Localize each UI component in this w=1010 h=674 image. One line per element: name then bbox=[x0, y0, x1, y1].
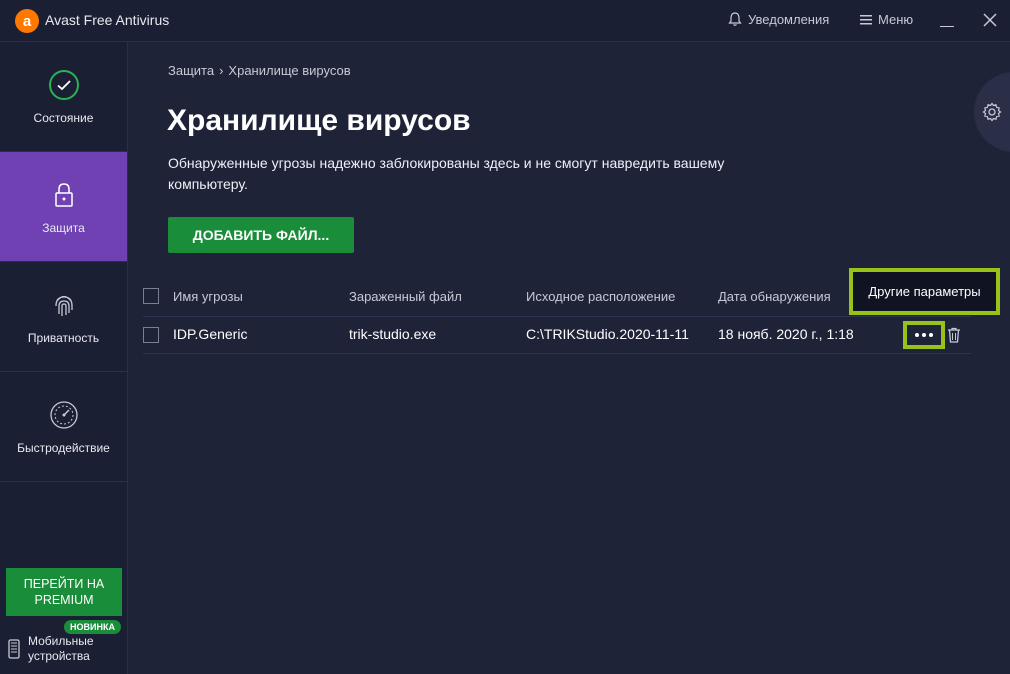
add-file-button[interactable]: ДОБАВИТЬ ФАЙЛ... bbox=[168, 217, 354, 253]
column-header-file[interactable]: Зараженный файл bbox=[349, 289, 462, 304]
sidebar-item-status[interactable]: Состояние bbox=[0, 42, 127, 152]
sidebar-item-label: Защита bbox=[42, 220, 85, 235]
gear-icon[interactable] bbox=[982, 102, 1002, 122]
table-row: IDP.Generic trik-studio.exe C:\TRIKStudi… bbox=[143, 316, 971, 354]
sidebar-item-privacy[interactable]: Приватность bbox=[0, 262, 127, 372]
bell-icon bbox=[728, 12, 742, 26]
speedometer-icon bbox=[49, 400, 78, 429]
minimize-button[interactable] bbox=[940, 12, 956, 28]
close-icon[interactable] bbox=[982, 12, 998, 28]
column-header-date[interactable]: Дата обнаружения bbox=[718, 289, 831, 304]
go-premium-button[interactable]: ПЕРЕЙТИ НА PREMIUM bbox=[6, 568, 122, 616]
phone-icon bbox=[8, 639, 20, 659]
menu-button[interactable]: Меню bbox=[860, 12, 913, 27]
threat-name: IDP.Generic bbox=[173, 326, 248, 342]
new-badge: НОВИНКА bbox=[64, 620, 121, 634]
menu-label: Меню bbox=[878, 12, 914, 27]
more-options-tooltip: Другие параметры bbox=[849, 268, 1000, 315]
sidebar-item-performance[interactable]: Быстродействие bbox=[0, 372, 127, 482]
column-header-threat[interactable]: Имя угрозы bbox=[173, 289, 243, 304]
notifications-label: Уведомления bbox=[748, 12, 830, 27]
detection-date: 18 нояб. 2020 г., 1:18 bbox=[718, 326, 854, 342]
breadcrumb-parent[interactable]: Защита bbox=[168, 63, 214, 78]
fingerprint-icon bbox=[54, 295, 73, 316]
page-description: Обнаруженные угрозы надежно заблокирован… bbox=[168, 155, 725, 192]
lock-icon bbox=[54, 182, 73, 207]
original-location: C:\TRIKStudio.2020-11-11 bbox=[526, 326, 689, 342]
column-header-location[interactable]: Исходное расположение bbox=[526, 289, 675, 304]
mobile-devices-label: Мобильные устройства bbox=[28, 634, 94, 663]
avast-logo: a bbox=[15, 9, 39, 33]
more-options-button[interactable] bbox=[903, 321, 945, 349]
breadcrumb-current: Хранилище вирусов bbox=[228, 63, 351, 78]
sidebar-item-label: Приватность bbox=[27, 330, 100, 345]
page-title: Хранилище вирусов bbox=[167, 104, 471, 137]
select-all-checkbox[interactable] bbox=[143, 288, 159, 304]
notifications-button[interactable]: Уведомления bbox=[728, 12, 829, 27]
trash-icon[interactable] bbox=[947, 327, 961, 343]
sidebar-item-label: Состояние bbox=[33, 110, 94, 125]
more-icon bbox=[915, 333, 919, 337]
hamburger-icon bbox=[860, 14, 872, 24]
app-title: Avast Free Antivirus bbox=[45, 12, 170, 28]
breadcrumb: Защита › Хранилище вирусов bbox=[168, 63, 351, 78]
row-checkbox[interactable] bbox=[143, 327, 159, 343]
check-circle-icon bbox=[48, 69, 79, 100]
infected-file: trik-studio.exe bbox=[349, 326, 437, 342]
breadcrumb-separator: › bbox=[219, 63, 224, 78]
sidebar-item-label: Быстродействие bbox=[17, 440, 110, 455]
title-bar: a Avast Free Antivirus Уведомления Меню bbox=[0, 0, 1010, 42]
sidebar-item-protection[interactable]: Защита bbox=[0, 152, 127, 262]
sidebar: Состояние Защита Приватность Быстродейст… bbox=[0, 42, 128, 674]
mobile-devices-link[interactable]: Мобильные устройства bbox=[8, 634, 108, 664]
